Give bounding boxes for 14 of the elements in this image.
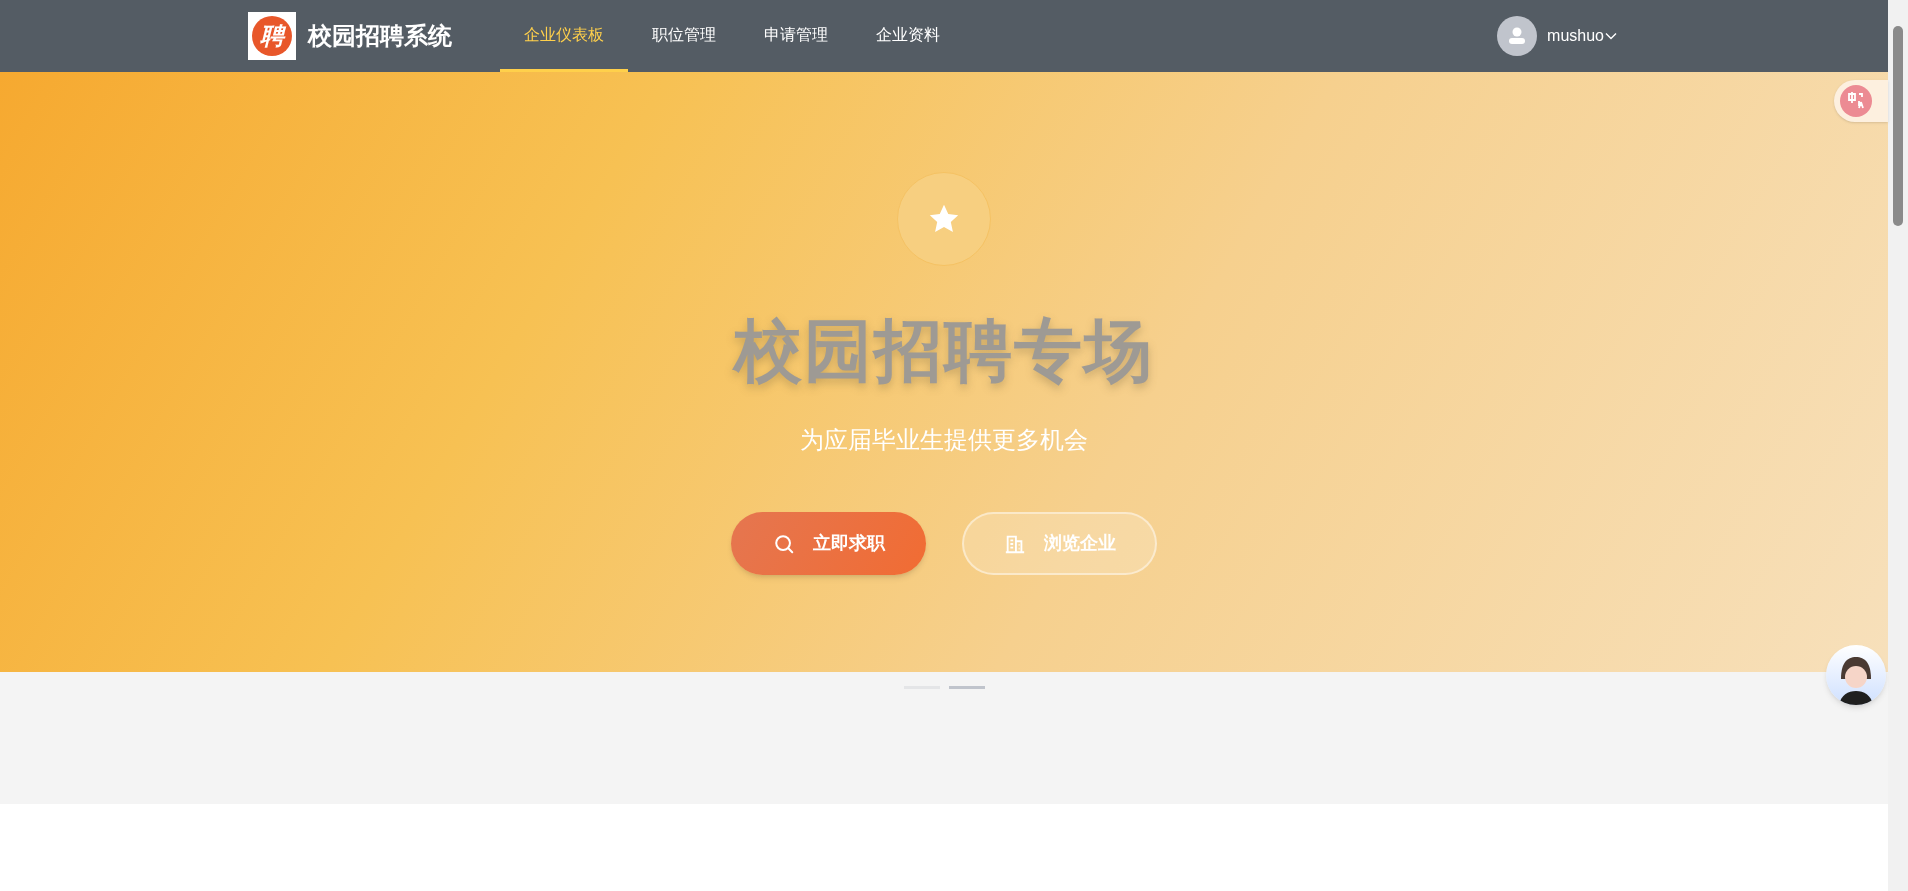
scrollbar[interactable] [1888,0,1908,891]
translate-icon [1840,85,1872,117]
nav-tab[interactable]: 企业资料 [852,0,964,72]
hero-title: 校园招聘专场 [734,311,1154,390]
nav-tab[interactable]: 职位管理 [628,0,740,72]
user-avatar[interactable] [1497,16,1538,56]
logo: 聘 [248,12,296,60]
search-icon [772,532,795,555]
user-name[interactable]: mushuo [1547,24,1604,48]
translate-widget[interactable] [1834,80,1888,122]
app-title: 校园招聘系统 [308,21,452,51]
nav-tab[interactable]: 申请管理 [740,0,852,72]
user-icon [1507,26,1528,46]
hero-subtitle: 为应届毕业生提供更多机会 [800,425,1088,455]
